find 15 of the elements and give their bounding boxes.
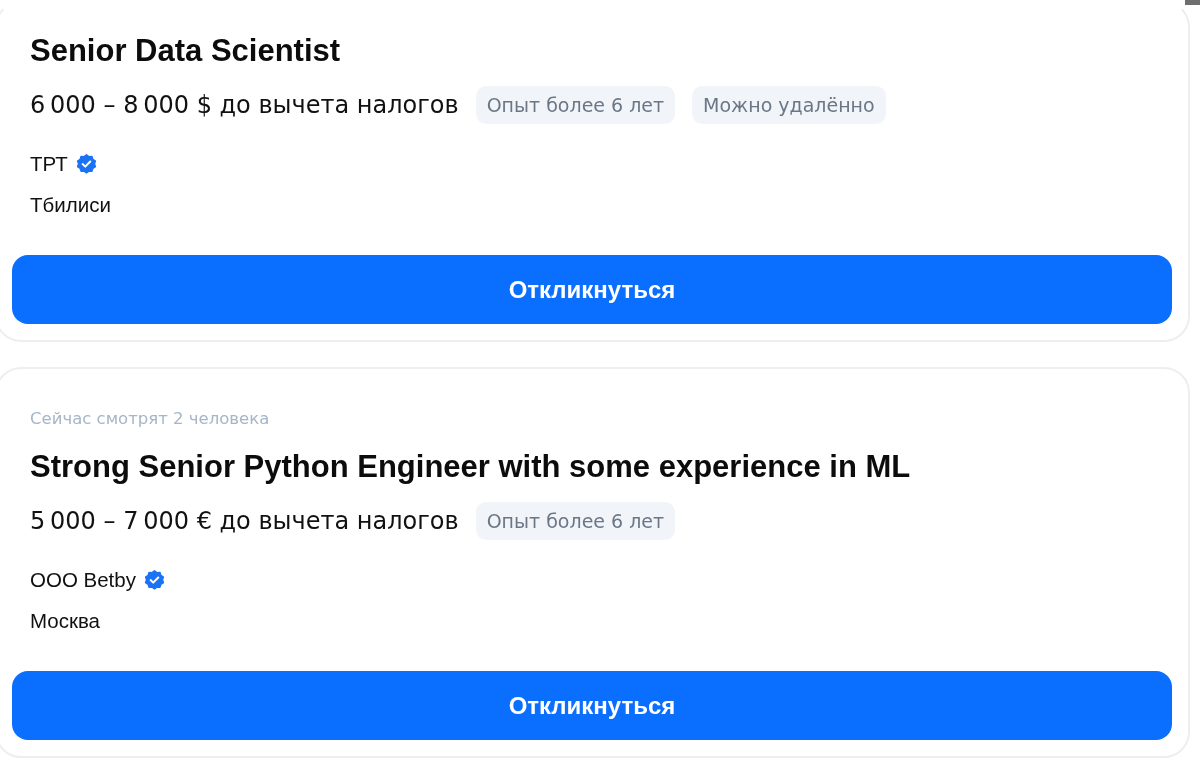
- tag-chip: Можно удалённо: [692, 86, 886, 124]
- vacancy-title[interactable]: Strong Senior Python Engineer with some experience in ML: [30, 449, 911, 485]
- company-name[interactable]: ТРТ: [30, 152, 68, 176]
- vacancy-title[interactable]: Senior Data Scientist: [30, 33, 341, 69]
- apply-button[interactable]: Откликнуться: [12, 255, 1172, 324]
- salary-text: 5 000 – 7 000 € до вычета налогов: [30, 506, 459, 537]
- salary-text: 6 000 – 8 000 $ до вычета налогов: [30, 90, 459, 121]
- scrollbar-thumb[interactable]: [1185, 0, 1200, 5]
- viewers-note: Сейчас смотрят 2 человека: [30, 409, 270, 429]
- apply-button[interactable]: Откликнуться: [12, 671, 1172, 740]
- city-text: Тбилиси: [30, 193, 111, 217]
- city-text: Москва: [30, 609, 100, 633]
- tag-chip: Опыт более 6 лет: [475, 502, 676, 540]
- tag-chip: Опыт более 6 лет: [475, 86, 676, 124]
- company-name[interactable]: ООО Betby: [30, 568, 136, 592]
